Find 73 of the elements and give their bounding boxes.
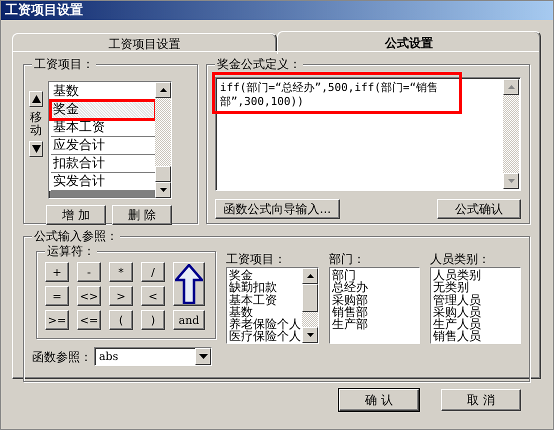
list-item[interactable]: 扣款合计	[51, 155, 155, 173]
window-title: 工资项目设置	[1, 1, 553, 20]
operator-button[interactable]: <	[141, 286, 165, 306]
formula-text: iff(部门=“总经办”,500,iff(部门=“销售部”,300,100))	[218, 80, 440, 110]
list-action-button[interactable]: 删 除	[112, 205, 172, 225]
scrollbar[interactable]	[302, 268, 318, 343]
insert-button[interactable]	[173, 262, 205, 306]
function-dropdown[interactable]: abs	[94, 347, 212, 366]
list-item[interactable]: 基本工资	[229, 294, 302, 306]
up-arrow-icon	[32, 95, 40, 103]
list-item[interactable]: 总经办	[332, 281, 419, 294]
operator-button[interactable]: -	[77, 262, 101, 282]
list-item[interactable]: 医疗保险个人	[229, 330, 302, 343]
list-item[interactable]: 奖金	[229, 269, 302, 282]
list-item[interactable]: 生产部	[332, 318, 419, 330]
scrollbar[interactable]	[502, 78, 520, 190]
list-item[interactable]: 缺勤扣款	[229, 281, 302, 294]
list-item[interactable]: 基数	[229, 306, 302, 318]
confirm-formula-button[interactable]: 公式确认	[437, 199, 521, 219]
dialog-button[interactable]: 取 消	[441, 389, 521, 411]
list-item[interactable]: 无类别	[433, 281, 520, 294]
list-item[interactable]: 奖金	[51, 101, 155, 119]
scroll-up-icon	[508, 85, 514, 89]
scrollbar[interactable]	[155, 82, 171, 198]
list-item[interactable]: 销售部	[332, 306, 419, 318]
operator-button[interactable]: (	[109, 310, 133, 330]
operator-button[interactable]: +	[45, 262, 69, 282]
move-label: 移动	[30, 111, 42, 138]
tab[interactable]: 公式设置	[276, 31, 541, 54]
group-label: 工资项目：	[32, 57, 96, 71]
scroll-down-icon	[306, 333, 314, 337]
list-item[interactable]: 管理人员	[433, 294, 520, 306]
list-item[interactable]: 养老保险个人	[229, 318, 302, 330]
tab[interactable]: 工资项目设置	[12, 33, 276, 51]
operator-button[interactable]: <=	[77, 310, 101, 330]
up-arrow-icon	[175, 264, 203, 304]
operator-button[interactable]: and	[173, 310, 205, 330]
function-label: 函数参照：	[32, 348, 92, 364]
operator-button[interactable]: >	[109, 286, 133, 306]
operator-button[interactable]: )	[141, 310, 165, 330]
operator-button[interactable]: =	[45, 286, 69, 306]
scroll-up-icon	[306, 274, 314, 278]
list-item[interactable]: 销售人员	[433, 330, 520, 343]
list-item[interactable]: 部门	[332, 269, 419, 282]
scroll-track[interactable]	[302, 312, 318, 327]
scroll-thumb[interactable]	[302, 284, 318, 312]
group-label: 奖金公式定义：	[214, 57, 303, 71]
move-down-button[interactable]	[29, 141, 43, 158]
list-item[interactable]: 采购部	[332, 294, 419, 306]
list-item[interactable]: 采购人员	[433, 306, 520, 318]
list-item[interactable]: 人员类别	[433, 269, 520, 282]
group-label: 公式输入参照：	[32, 229, 120, 243]
scroll-up-icon	[160, 88, 166, 92]
dropdown-arrow-icon	[198, 354, 208, 359]
list-action-button[interactable]: 增 加	[46, 205, 106, 225]
operator-button[interactable]: *	[109, 262, 133, 282]
list-label: 人员类别：	[430, 251, 491, 267]
scroll-down-icon	[160, 188, 166, 192]
move-up-button[interactable]	[29, 91, 43, 107]
down-arrow-icon	[32, 145, 40, 154]
list-label: 部门：	[329, 251, 366, 267]
list-item[interactable]: 生产人员	[433, 318, 520, 330]
operator-button[interactable]: /	[141, 262, 165, 282]
list-item[interactable]: 实发合计	[51, 173, 155, 191]
list-label: 工资项目：	[226, 251, 287, 267]
operator-button[interactable]: <>	[77, 286, 101, 306]
group-label: 运算符：	[45, 244, 97, 258]
wizard-button[interactable]: 函数公式向导输入...	[214, 199, 340, 219]
operator-button[interactable]: >=	[45, 310, 69, 330]
scroll-down-icon	[508, 179, 514, 183]
scroll-thumb[interactable]	[155, 166, 171, 182]
list-item[interactable]: 应发合计	[51, 137, 155, 155]
dialog-button[interactable]: 确 认	[339, 389, 419, 411]
